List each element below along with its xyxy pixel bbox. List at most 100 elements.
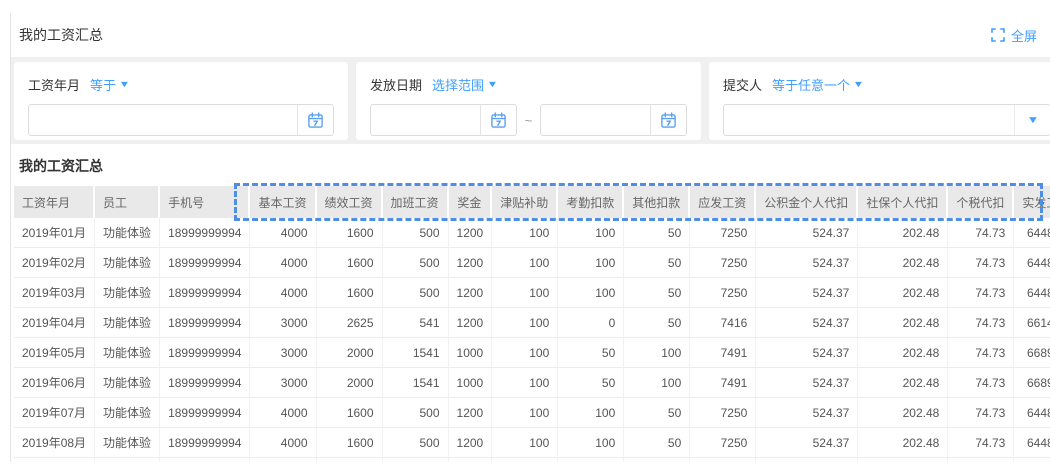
- fullscreen-button[interactable]: 全屏: [991, 26, 1037, 45]
- table-row[interactable]: 2019年02月功能体验1899999999440001600500120010…: [14, 248, 1050, 278]
- table-title: 我的工资汇总: [11, 144, 1050, 186]
- cell: 100: [492, 278, 558, 308]
- calendar-button[interactable]: [650, 105, 686, 135]
- cell: 50: [624, 248, 690, 278]
- table-row[interactable]: 2019年03月功能体验1899999999440001600500120010…: [14, 278, 1050, 308]
- cell: 2019年01月: [14, 218, 95, 248]
- cell: 功能体验: [95, 338, 160, 368]
- column-header[interactable]: 其他扣款: [624, 186, 690, 218]
- column-header[interactable]: 津贴补助: [492, 186, 558, 218]
- cell: 524.37: [756, 368, 858, 398]
- column-header[interactable]: 考勤扣款: [558, 186, 624, 218]
- pay-date-end-input[interactable]: [541, 105, 650, 135]
- calendar-button[interactable]: [480, 105, 516, 135]
- cell: 100: [558, 398, 624, 428]
- cell: 7250: [690, 398, 756, 428]
- cell: 功能体验: [95, 368, 160, 398]
- cell: 7491: [690, 368, 756, 398]
- cell: 6689.42: [1014, 368, 1050, 398]
- table-row[interactable]: 2019年07月功能体验1899999999440001600500120010…: [14, 398, 1050, 428]
- cell: 74.73: [948, 218, 1014, 248]
- operator-dropdown-submitter[interactable]: 等于任意一个 ▼: [772, 75, 863, 94]
- operator-label: 选择范围: [432, 75, 484, 94]
- operator-dropdown-pay-date[interactable]: 选择范围 ▼: [432, 75, 497, 94]
- column-header[interactable]: 绩效工资: [317, 186, 383, 218]
- cell: 500: [383, 398, 449, 428]
- cell: 1541: [383, 368, 449, 398]
- cell: 100: [624, 338, 690, 368]
- cell: 524.37: [756, 398, 858, 428]
- table-row[interactable]: 2019年08月功能体验1899999999440001600500120010…: [14, 428, 1050, 458]
- cell: 74.73: [948, 428, 1014, 458]
- select-arrow-button[interactable]: ▼: [1014, 105, 1050, 135]
- cell: 100: [558, 428, 624, 458]
- cell: 18999999994: [160, 338, 250, 368]
- cell: 7250: [690, 218, 756, 248]
- cell: 7250: [690, 428, 756, 458]
- cell: [558, 458, 624, 462]
- cell: 50: [624, 428, 690, 458]
- operator-label: 等于: [90, 75, 116, 94]
- cell: 1541: [383, 338, 449, 368]
- title-bar: 我的工资汇总 全屏: [11, 13, 1050, 57]
- column-header[interactable]: 员工: [95, 186, 160, 218]
- calendar-icon: [660, 112, 677, 129]
- submitter-select-input[interactable]: [724, 105, 1014, 135]
- column-header[interactable]: 基本工资: [250, 186, 316, 218]
- cell: 100: [558, 248, 624, 278]
- fullscreen-icon: [991, 28, 1005, 42]
- table-row[interactable]: 2019年06月功能体验1899999999430002000154110001…: [14, 368, 1050, 398]
- cell: 100: [558, 218, 624, 248]
- cell: 1200: [449, 398, 493, 428]
- column-header[interactable]: 实发工资: [1014, 186, 1050, 218]
- cell: 0: [558, 308, 624, 338]
- cell: 2019年08月: [14, 428, 95, 458]
- cell: [14, 458, 95, 462]
- cell: 50: [558, 338, 624, 368]
- column-header[interactable]: 个税代扣: [948, 186, 1014, 218]
- salary-month-input[interactable]: [29, 105, 297, 135]
- column-header[interactable]: 奖金: [449, 186, 493, 218]
- cell: 202.48: [858, 398, 948, 428]
- operator-dropdown-salary-month[interactable]: 等于 ▼: [90, 75, 129, 94]
- cell: [1014, 458, 1050, 462]
- cell: 202.48: [858, 248, 948, 278]
- cell: 18999999994: [160, 248, 250, 278]
- column-header[interactable]: 加班工资: [383, 186, 449, 218]
- column-header[interactable]: 工资年月: [14, 186, 95, 218]
- cell: 74.73: [948, 248, 1014, 278]
- chevron-down-icon: ▼: [119, 79, 131, 89]
- cell: 202.48: [858, 338, 948, 368]
- table-wrap: 工资年月员工手机号基本工资绩效工资加班工资奖金津贴补助考勤扣款其他扣款应发工资公…: [14, 186, 1050, 462]
- cell: 7250: [690, 248, 756, 278]
- cell: 524.37: [756, 218, 858, 248]
- cell: 524.37: [756, 308, 858, 338]
- cell: 3000: [250, 338, 316, 368]
- cell: 功能体验: [95, 428, 160, 458]
- salary-summary-panel: 我的工资汇总 全屏 工资年月 等于 ▼: [10, 13, 1050, 462]
- calendar-button[interactable]: [297, 105, 333, 135]
- column-header[interactable]: 手机号: [160, 186, 250, 218]
- table-row[interactable]: 2019年01月功能体验1899999999440001600500120010…: [14, 218, 1050, 248]
- cell: [383, 458, 449, 462]
- column-header[interactable]: 社保个人代扣: [858, 186, 948, 218]
- table-row-partial[interactable]: [14, 458, 1050, 462]
- cell: 100: [492, 308, 558, 338]
- column-header[interactable]: 公积金个人代扣: [756, 186, 858, 218]
- pay-date-start-input[interactable]: [371, 105, 480, 135]
- cell: 7416: [690, 308, 756, 338]
- column-header[interactable]: 应发工资: [690, 186, 756, 218]
- cell: 50: [624, 278, 690, 308]
- submitter-select[interactable]: ▼: [723, 104, 1050, 136]
- cell: 2019年03月: [14, 278, 95, 308]
- cell: 100: [492, 398, 558, 428]
- calendar-icon: [307, 112, 324, 129]
- cell: [858, 458, 948, 462]
- table-row[interactable]: 2019年05月功能体验1899999999430002000154110001…: [14, 338, 1050, 368]
- table-row[interactable]: 2019年04月功能体验1899999999430002625541120010…: [14, 308, 1050, 338]
- cell: 功能体验: [95, 218, 160, 248]
- cell: 1200: [449, 248, 493, 278]
- cell: 202.48: [858, 308, 948, 338]
- cell: 功能体验: [95, 248, 160, 278]
- cell: 3000: [250, 368, 316, 398]
